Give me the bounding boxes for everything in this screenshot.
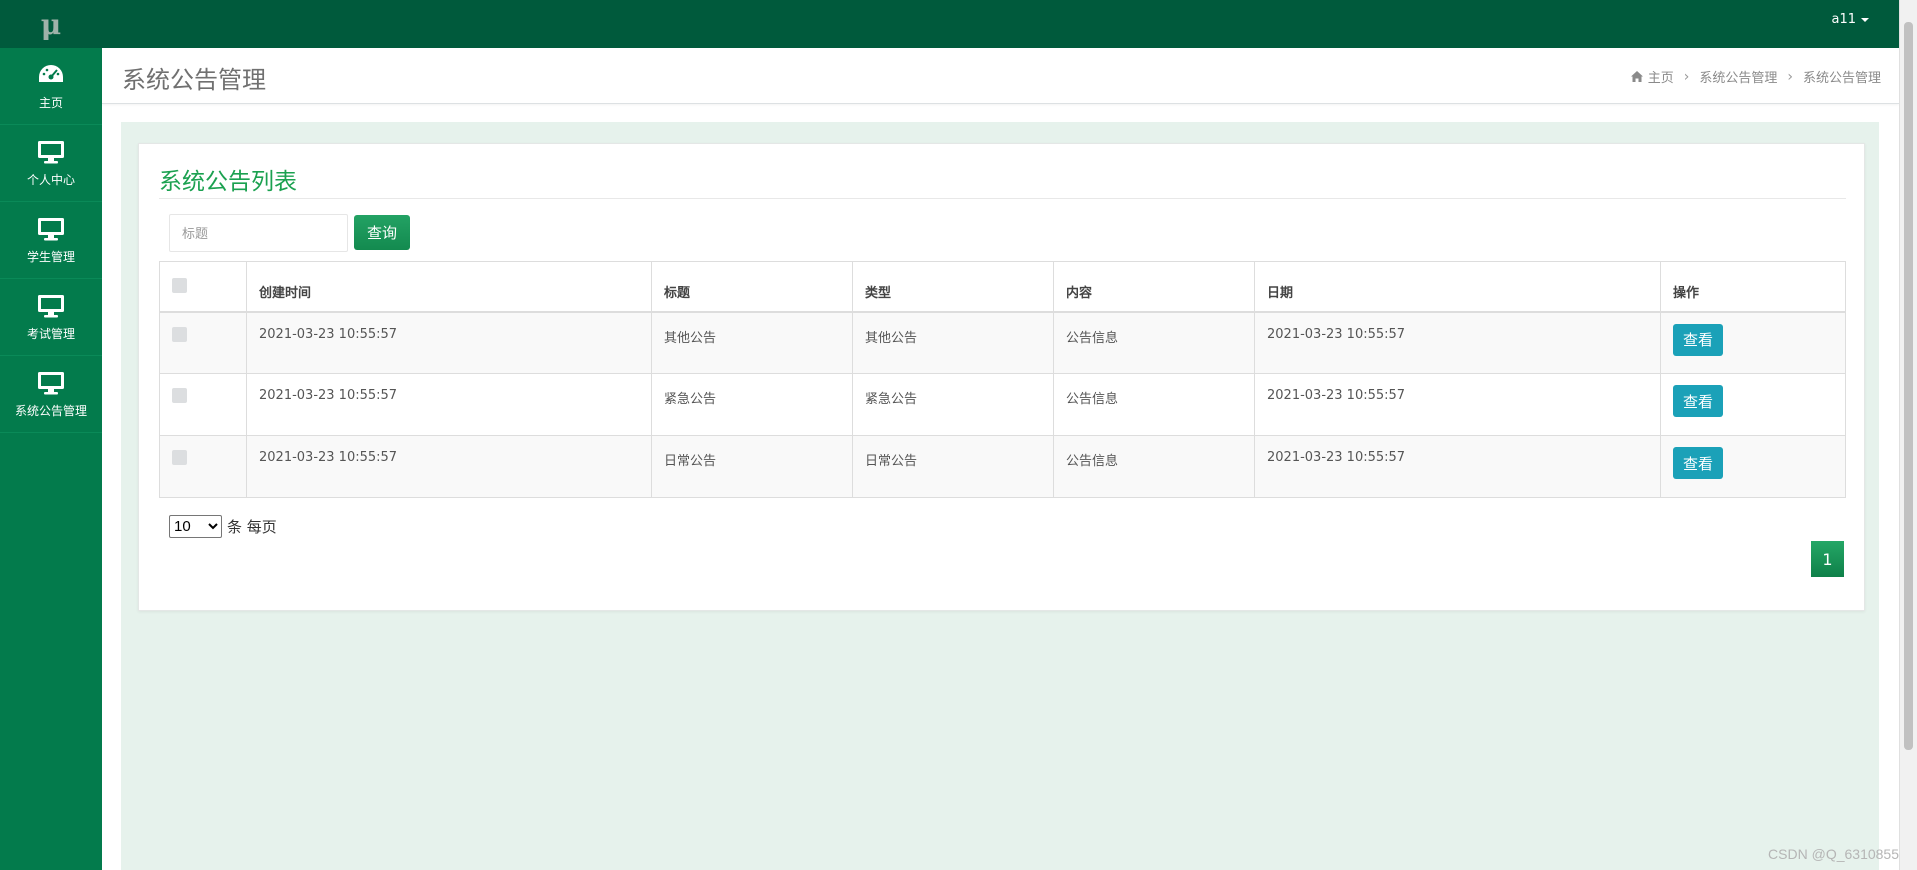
username: a11 [1831, 12, 1856, 27]
user-menu[interactable]: a11 [1831, 12, 1869, 27]
dashboard-icon [39, 64, 63, 82]
cell-content: 公告信息 [1053, 311, 1255, 374]
app-logo[interactable]: μ [0, 0, 102, 48]
scrollbar-thumb[interactable] [1904, 22, 1913, 750]
cell-actions: 查看 [1660, 373, 1846, 436]
cell-date: 2021-03-23 10:55:57 [1254, 373, 1661, 436]
header-date: 日期 [1254, 261, 1661, 312]
title-search-input[interactable] [169, 214, 348, 252]
row-checkbox-cell [159, 435, 247, 498]
sidebar-item-personal-center[interactable]: 个人中心 [0, 125, 102, 202]
select-all-checkbox[interactable] [172, 278, 187, 293]
cell-type: 日常公告 [852, 435, 1054, 498]
cell-actions: 查看 [1660, 311, 1846, 374]
search-button[interactable]: 查询 [354, 215, 410, 250]
top-bar: a11 [102, 0, 1899, 48]
sidebar-item-label: 学生管理 [26, 249, 75, 264]
cell-content: 公告信息 [1053, 373, 1255, 436]
table-row: 2021-03-23 10:55:57 其他公告 其他公告 公告信息 2021-… [159, 311, 1846, 374]
view-button[interactable]: 查看 [1673, 385, 1723, 417]
view-button[interactable]: 查看 [1673, 323, 1723, 356]
sidebar-item-label: 系统公告管理 [14, 403, 87, 418]
cell-actions: 查看 [1660, 435, 1846, 498]
sidebar-item-label: 个人中心 [26, 172, 75, 187]
monitor-icon [38, 217, 64, 240]
notice-table: 创建时间 标题 类型 内容 日期 操作 2021-03-23 10:55:57 … [159, 261, 1846, 498]
notice-list-panel: 系统公告列表 查询 创建时间 标题 类型 内容 日期 操作 2021-03-23… [138, 143, 1865, 611]
breadcrumb-item[interactable]: 系统公告管理 [1699, 67, 1777, 86]
row-checkbox[interactable] [172, 450, 187, 465]
logo-text: μ [40, 7, 62, 41]
chevron-right-icon: › [1683, 68, 1690, 85]
breadcrumb: 主页 › 系统公告管理 › 系统公告管理 [1630, 67, 1881, 86]
divider [159, 198, 1846, 199]
cell-created: 2021-03-23 10:55:57 [246, 435, 652, 498]
cell-title: 紧急公告 [651, 373, 853, 436]
page-size-label: 条 每页 [227, 518, 277, 536]
row-checkbox[interactable] [172, 388, 187, 403]
table-header-row: 创建时间 标题 类型 内容 日期 操作 [159, 261, 1846, 312]
header-created: 创建时间 [246, 261, 652, 312]
cell-title: 其他公告 [651, 311, 853, 374]
page-header: 系统公告管理 主页 › 系统公告管理 › 系统公告管理 [102, 48, 1899, 104]
page-button-current[interactable]: 1 [1811, 541, 1844, 577]
view-button[interactable]: 查看 [1673, 447, 1723, 479]
breadcrumb-current: 系统公告管理 [1802, 71, 1881, 86]
cell-type: 其他公告 [852, 311, 1054, 374]
breadcrumb-label: 主页 [1647, 71, 1674, 86]
monitor-icon [38, 140, 64, 163]
header-type: 类型 [852, 261, 1054, 312]
cell-title: 日常公告 [651, 435, 853, 498]
panel-title: 系统公告列表 [159, 169, 297, 195]
caret-down-icon [1861, 17, 1869, 22]
home-icon [1630, 71, 1643, 82]
sidebar-item-announcements[interactable]: 系统公告管理 [0, 356, 102, 433]
cell-created: 2021-03-23 10:55:57 [246, 373, 652, 436]
monitor-icon [38, 294, 64, 317]
row-checkbox-cell [159, 373, 247, 436]
sidebar: μ 主页 个人中心 学生管理 考试管理 系统公告管理 [0, 0, 102, 870]
page-size-select[interactable]: 10 [169, 515, 222, 538]
sidebar-item-students[interactable]: 学生管理 [0, 202, 102, 279]
sidebar-item-home[interactable]: 主页 [0, 48, 102, 125]
select-all-cell [159, 261, 247, 312]
row-checkbox[interactable] [172, 326, 187, 342]
page-title: 系统公告管理 [122, 66, 266, 94]
cell-date: 2021-03-23 10:55:57 [1254, 435, 1661, 498]
sidebar-item-label: 考试管理 [26, 326, 75, 341]
header-actions: 操作 [1660, 261, 1846, 312]
sidebar-item-label: 主页 [38, 95, 63, 110]
page-size-control: 10 条 每页 [169, 515, 277, 538]
header-content: 内容 [1053, 261, 1255, 312]
header-title: 标题 [651, 261, 853, 312]
chevron-right-icon: › [1787, 68, 1793, 85]
table-row: 2021-03-23 10:55:57 紧急公告 紧急公告 公告信息 2021-… [159, 373, 1846, 436]
monitor-icon [38, 371, 64, 394]
cell-date: 2021-03-23 10:55:57 [1254, 311, 1661, 374]
watermark: CSDN @Q_6310855 [1768, 846, 1899, 862]
cell-content: 公告信息 [1053, 435, 1255, 498]
cell-type: 紧急公告 [852, 373, 1054, 436]
row-checkbox-cell [159, 311, 247, 374]
sidebar-item-exams[interactable]: 考试管理 [0, 279, 102, 356]
table-row: 2021-03-23 10:55:57 日常公告 日常公告 公告信息 2021-… [159, 435, 1846, 498]
vertical-scrollbar[interactable] [1899, 0, 1917, 870]
breadcrumb-home[interactable]: 主页 [1630, 67, 1674, 86]
cell-created: 2021-03-23 10:55:57 [246, 311, 652, 374]
